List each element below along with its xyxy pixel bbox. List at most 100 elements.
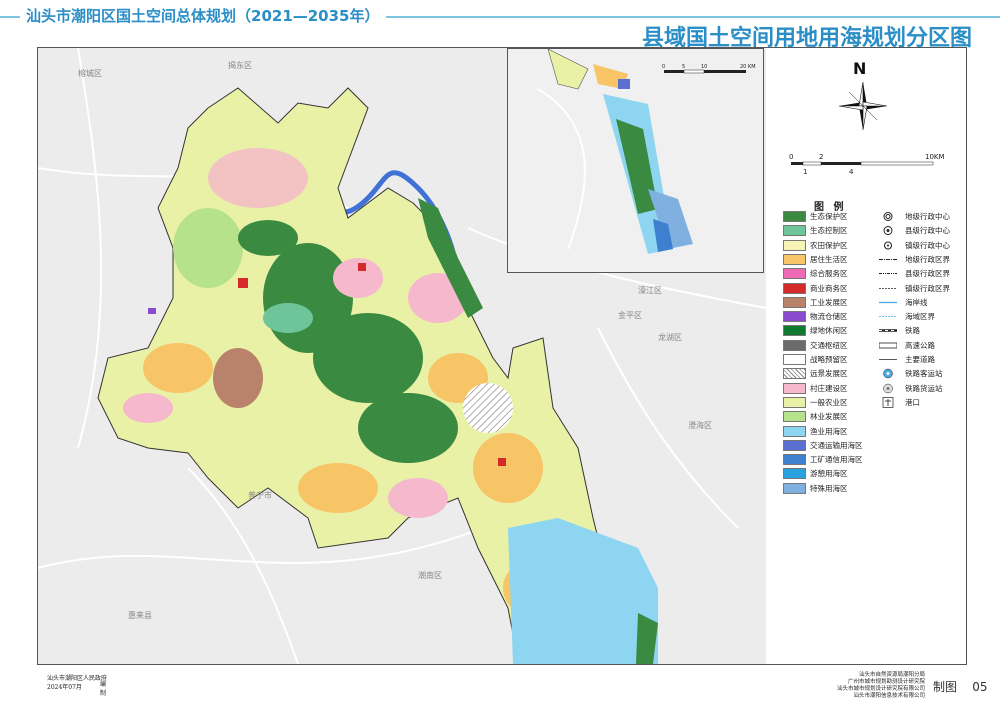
- county-center-icon: [879, 225, 897, 236]
- legend-symbol-label: 海域区界: [905, 312, 935, 322]
- north-arrow-icon: N: [838, 59, 888, 131]
- inset-map: [507, 48, 764, 273]
- neighbor-label: 金平区: [618, 310, 642, 320]
- page-value: 05: [972, 680, 988, 694]
- prefecture-center-icon: [879, 211, 897, 222]
- footer-credits: 汕头市自然资源局潮阳分局 广州市城市规划勘测设计研究院 汕头市城市规划设计研究院…: [805, 672, 925, 700]
- passenger-station-icon: [879, 368, 897, 379]
- legend-swatch: [783, 296, 806, 308]
- legend-swatch: [783, 211, 806, 222]
- inset-map-drawing: [508, 49, 763, 272]
- neighbor-label: 潮南区: [418, 570, 442, 580]
- legend-zone-label: 绿地休闲区: [810, 326, 848, 336]
- legend-swatch: [783, 368, 806, 380]
- legend-swatch: [783, 468, 806, 480]
- scale-label: 0: [789, 153, 793, 161]
- town-center-icon: [879, 240, 897, 251]
- legend-zone-label: 工矿通信用海区: [810, 455, 863, 465]
- legend-zone-label: 商业商务区: [810, 283, 848, 293]
- county-boundary-icon: [879, 268, 897, 279]
- legend-symbol-label: 县级行政区界: [905, 269, 950, 279]
- legend-symbol-label: 主要道路: [905, 355, 935, 364]
- legend-symbol-label: 铁路: [905, 326, 920, 336]
- legend-swatch: [783, 482, 806, 494]
- main-road-icon: [879, 354, 897, 365]
- legend-symbol-label: 镇级行政中心: [905, 240, 950, 250]
- railway-icon: [879, 325, 897, 336]
- footer-date: 2024年07月: [47, 684, 82, 691]
- legend-zone-label: 交通运输用海区: [810, 440, 863, 450]
- scale-bar: 0 2 10KM 1 4: [789, 153, 945, 176]
- legend-zone-label: 渔业用海区: [810, 426, 848, 436]
- neighbor-label: 榕城区: [78, 68, 102, 78]
- scale-label: 2: [819, 153, 823, 161]
- legend-zone-label: 远景发展区: [810, 369, 848, 379]
- inset-scale-label: 0: [662, 64, 665, 70]
- legend-swatch: [783, 439, 806, 451]
- neighbor-label: 龙湖区: [658, 332, 682, 342]
- neighbor-label: 揭东区: [228, 60, 252, 70]
- legend-zone-label: 林业发展区: [810, 412, 848, 422]
- legend-zone-label: 生态控制区: [810, 226, 848, 236]
- neighbor-label: 惠来县: [128, 610, 152, 620]
- legend-zone-label: 农田保护区: [810, 240, 848, 250]
- neighbor-label: 普宁市: [248, 490, 272, 500]
- legend-symbol-label: 镇级行政区界: [905, 283, 950, 293]
- prefecture-boundary-icon: [879, 254, 897, 265]
- legend-swatch: [783, 239, 806, 251]
- legend-symbol-label: 县级行政中心: [905, 226, 950, 236]
- legend-zone-label: 村庄建设区: [810, 383, 848, 393]
- scale-label: 1: [803, 168, 807, 176]
- footer-credit: 广州市城市规划勘测设计研究院: [847, 679, 925, 685]
- legend-symbol-label: 地级行政区界: [905, 254, 950, 264]
- legend-zone-label: 游憩用海区: [810, 469, 848, 479]
- north-label: N: [853, 59, 866, 78]
- scale-label: 10KM: [925, 153, 945, 161]
- legend-symbol-label: 地级行政中心: [905, 212, 950, 221]
- legend-zone-label: 综合服务区: [810, 269, 848, 279]
- legend-swatch: [783, 382, 806, 394]
- legend-zone-label: 生态保护区: [810, 212, 848, 221]
- scale-label: 4: [849, 168, 854, 176]
- inset-scale-label: 20 KM: [740, 64, 756, 70]
- inset-scale-label: 5: [682, 64, 685, 70]
- legend-swatch: [783, 354, 806, 365]
- inset-scale-bar: 0 5 10 20 KM: [662, 64, 756, 74]
- legend-zone-label: 居住生活区: [810, 254, 848, 264]
- legend-zone-label: 工业发展区: [810, 297, 848, 307]
- legend-symbol-label: 铁路客运站: [905, 369, 943, 379]
- legend-swatch: [783, 268, 806, 280]
- legend-swatch: [783, 325, 806, 337]
- legend-zone-label: 物流仓储区: [810, 312, 848, 322]
- page-label: 制图: [933, 680, 958, 694]
- page-number: 制图 05: [933, 678, 988, 695]
- footer-left: 汕头市潮阳区人民政府 2024年07月 编制: [47, 674, 107, 697]
- legend-swatch: [783, 282, 806, 294]
- legend-zone-label: 交通枢纽区: [810, 340, 848, 350]
- neighbor-label: 濠江区: [638, 285, 662, 295]
- legend-symbol-label: 海岸线: [905, 297, 928, 307]
- legend-symbol-label: 铁路货运站: [905, 383, 943, 393]
- legend-zone-label: 一般农业区: [810, 397, 848, 407]
- coastline-icon: [879, 297, 897, 308]
- footer: 汕头市潮阳区人民政府 2024年07月 编制 汕头市自然资源局潮阳分局 广州市城…: [37, 668, 988, 704]
- plan-title: 汕头市潮阳区国土空间总体规划（2021—2035年）: [20, 5, 386, 26]
- legend-swatch: [783, 396, 806, 408]
- legend-swatch: [783, 339, 806, 351]
- neighbor-label: 澄海区: [688, 420, 712, 430]
- port-icon: [879, 397, 897, 408]
- town-boundary-icon: [879, 283, 897, 294]
- footer-credit: 汕头市潮阳信息技术有限公司: [853, 693, 925, 699]
- legend-zone-label: 战略预留区: [810, 355, 848, 364]
- legend-symbol-label: 高速公路: [905, 340, 935, 350]
- legend-swatch: [783, 311, 806, 323]
- footer-role: 编制: [100, 681, 107, 697]
- legend-symbol-label: 港口: [905, 397, 920, 407]
- inset-scale-label: 10: [701, 64, 707, 70]
- legend-swatch: [783, 454, 806, 466]
- footer-credit: 汕头市自然资源局潮阳分局: [858, 672, 925, 678]
- legend-swatch: [783, 411, 806, 423]
- sea-boundary-icon: [879, 311, 897, 322]
- expressway-icon: [878, 340, 898, 351]
- legend-swatch: [783, 225, 806, 237]
